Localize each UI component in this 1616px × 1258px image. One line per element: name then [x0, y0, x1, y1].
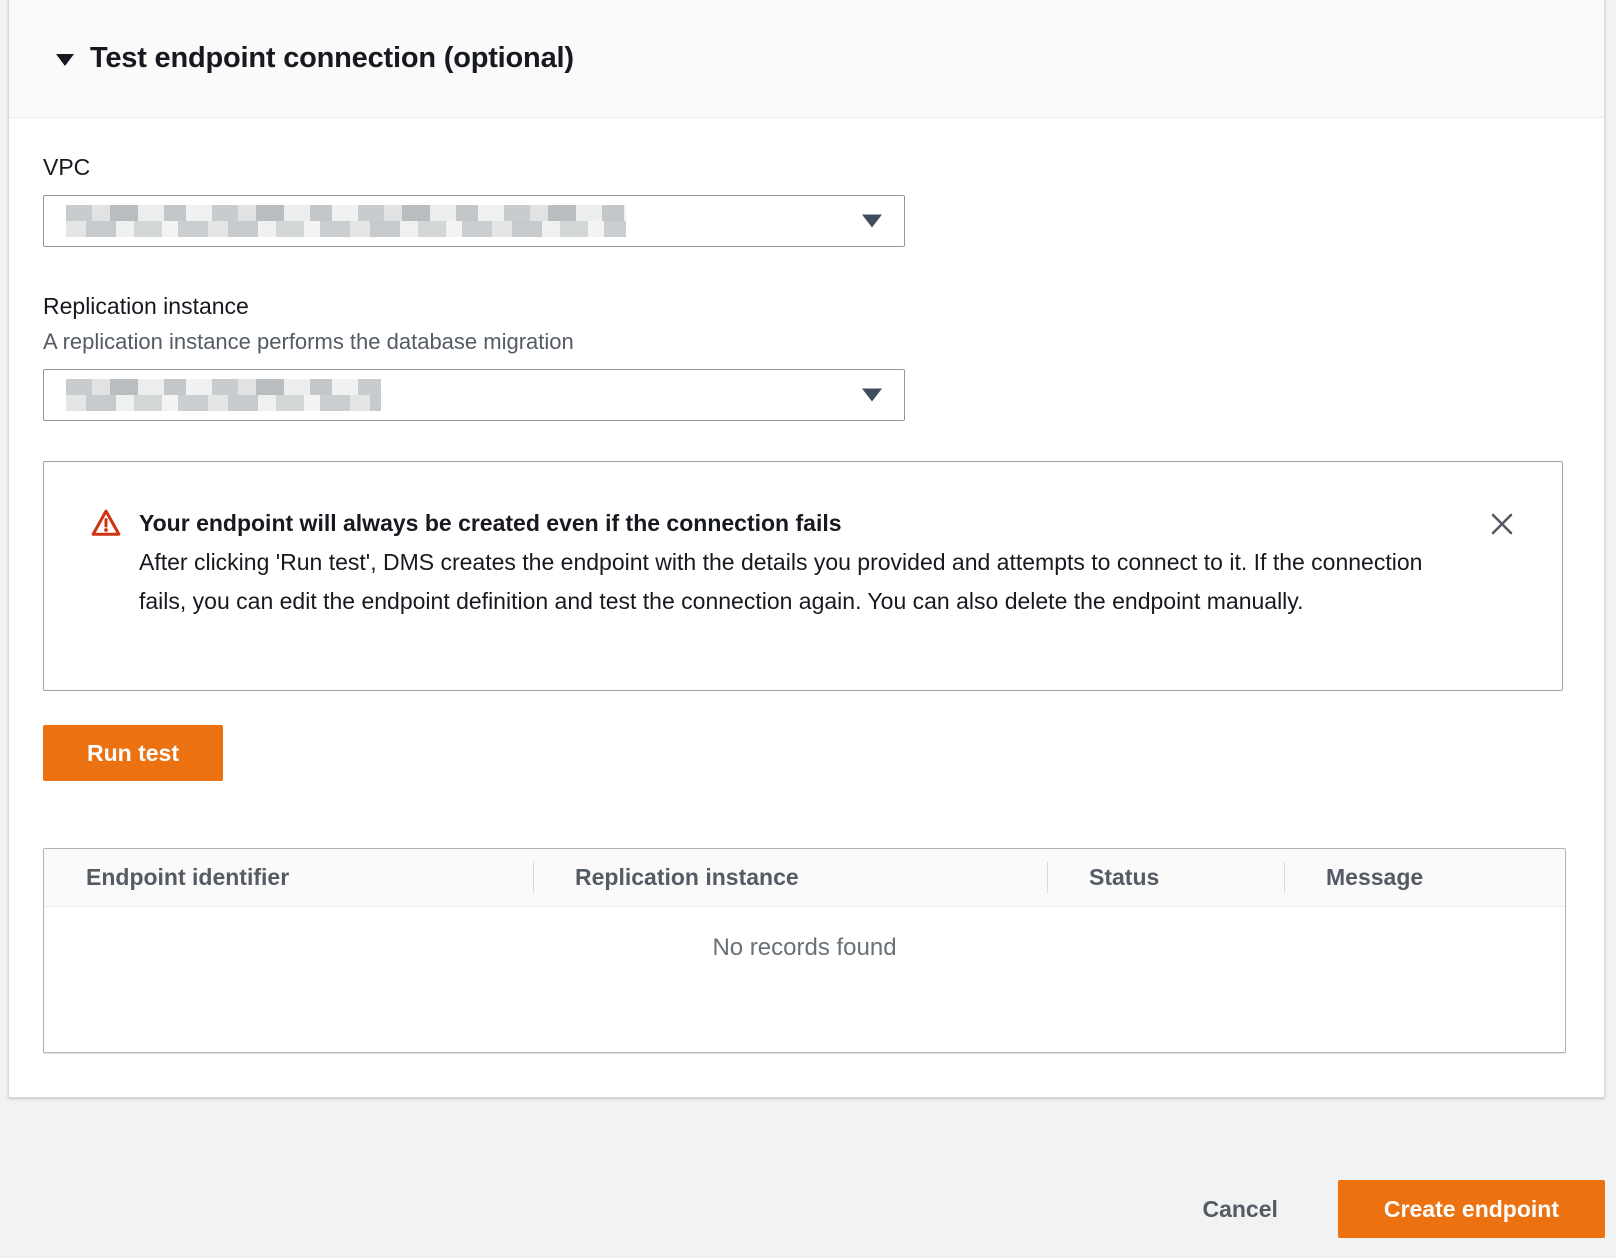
replication-instance-label: Replication instance — [43, 293, 1564, 320]
column-header-replication-instance: Replication instance — [533, 849, 1047, 906]
section-header[interactable]: Test endpoint connection (optional) — [9, 0, 1604, 118]
section-content: VPC Replication instance A replication i… — [9, 154, 1604, 1053]
empty-state-message: No records found — [44, 907, 1565, 962]
test-endpoint-connection-panel: Test endpoint connection (optional) VPC … — [8, 0, 1605, 1098]
replication-instance-description: A replication instance performs the data… — [43, 329, 1564, 355]
form-actions-footer: Cancel Create endpoint — [1196, 1180, 1605, 1238]
close-icon — [1488, 510, 1516, 538]
collapse-triangle-icon — [56, 54, 74, 66]
replication-instance-select[interactable] — [43, 369, 905, 421]
warning-triangle-icon — [90, 508, 122, 538]
replication-instance-selected-value-redacted — [66, 379, 381, 411]
vpc-label: VPC — [43, 154, 1564, 181]
caret-down-icon — [862, 389, 882, 402]
warning-body: After clicking 'Run test', DMS creates t… — [139, 543, 1439, 621]
run-test-button[interactable]: Run test — [43, 725, 223, 781]
warning-text-block: Your endpoint will always be created eve… — [139, 504, 1439, 690]
table-header-row: Endpoint identifier Replication instance… — [44, 849, 1565, 907]
cancel-button[interactable]: Cancel — [1196, 1195, 1283, 1224]
create-endpoint-button[interactable]: Create endpoint — [1338, 1180, 1605, 1238]
vpc-selected-value-redacted — [66, 205, 626, 237]
vpc-select[interactable] — [43, 195, 905, 247]
column-header-message: Message — [1284, 849, 1565, 906]
caret-down-icon — [862, 215, 882, 228]
warning-title: Your endpoint will always be created eve… — [139, 504, 1439, 543]
test-results-table: Endpoint identifier Replication instance… — [43, 848, 1566, 1053]
warning-close-button[interactable] — [1488, 510, 1516, 538]
column-header-status: Status — [1047, 849, 1284, 906]
section-title: Test endpoint connection (optional) — [90, 42, 574, 75]
warning-alert: Your endpoint will always be created eve… — [43, 461, 1563, 691]
column-header-endpoint-identifier: Endpoint identifier — [44, 849, 533, 906]
